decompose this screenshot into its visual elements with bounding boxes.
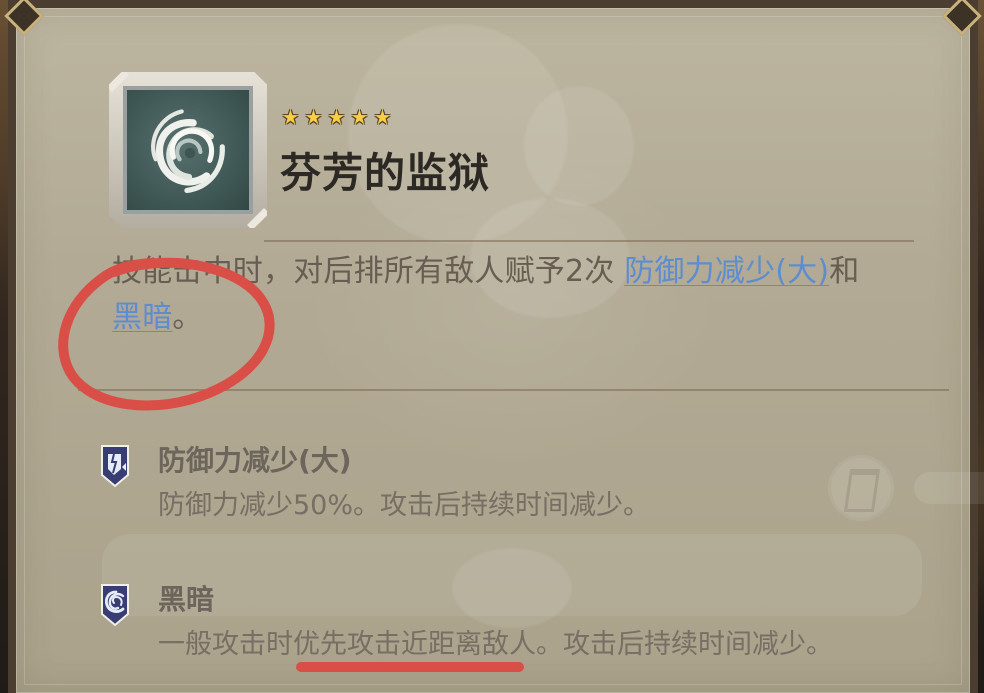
star-icon: ★ (350, 105, 369, 129)
star-icon: ★ (373, 105, 392, 129)
darkness-link[interactable]: 黑暗 (112, 300, 172, 335)
darkness-title: 黑暗 (158, 583, 215, 616)
background-badge (828, 455, 984, 521)
defense-down-description: 防御力减少50%。攻击后持续时间减少。 (158, 490, 651, 521)
darkness-description: 一般攻击时优先攻击近距离敌人。攻击后持续时间减少。 (158, 629, 833, 660)
red-underline-annotation (296, 662, 524, 672)
title-divider (264, 240, 914, 242)
description-suffix: 。 (172, 300, 203, 335)
panel-corner-decoration (942, 0, 982, 36)
skill-icon-frame (109, 72, 267, 228)
shield-break-icon (101, 445, 129, 488)
star-icon: ★ (327, 105, 346, 129)
section-divider (78, 389, 949, 391)
swirl-skill-icon (151, 109, 225, 194)
star-icon: ★ (281, 105, 300, 129)
darkness-vortex-icon (101, 584, 129, 627)
rarity-stars: ★ ★ ★ ★ ★ (280, 107, 393, 127)
skill-icon-tile (123, 86, 253, 214)
background-seal-icon (828, 455, 894, 521)
defense-down-title: 防御力减少(大) (158, 444, 352, 477)
background-ghost-bar (102, 534, 922, 616)
background-ghost-shape (524, 86, 634, 206)
skill-description: 技能击中时，对后排所有敌人赋予2次 防御力减少(大)和 黑暗。 (112, 249, 912, 341)
game-screen: ★ ★ ★ ★ ★ 芬芳的监狱 技能击中时，对后排所有敌人赋予2次 防御力减少(… (0, 0, 984, 693)
background-pill (914, 472, 984, 504)
description-prefix: 技能击中时，对后排所有敌人赋予2次 (112, 254, 625, 289)
description-middle: 和 (829, 254, 860, 289)
star-icon: ★ (304, 105, 323, 129)
skill-tooltip-panel: ★ ★ ★ ★ ★ 芬芳的监狱 技能击中时，对后排所有敌人赋予2次 防御力减少(… (4, 0, 984, 693)
skill-title: 芬芳的监狱 (280, 149, 490, 197)
panel-corner-decoration (4, 0, 44, 36)
defense-down-link[interactable]: 防御力减少(大) (624, 254, 829, 289)
